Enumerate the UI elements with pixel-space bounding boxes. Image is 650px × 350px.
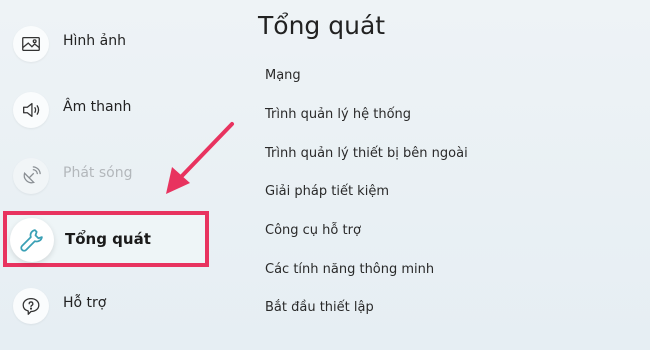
- sidebar-item-picture[interactable]: Hình ảnh: [0, 18, 230, 68]
- satellite-icon: [13, 158, 49, 194]
- option-system-manager[interactable]: Trình quản lý hệ thống: [265, 107, 411, 122]
- sidebar-item-label: Tổng quát: [65, 230, 151, 248]
- sidebar-item-label: Phát sóng: [63, 165, 133, 181]
- sidebar-item-support[interactable]: Hỗ trợ: [0, 280, 230, 330]
- option-smart-features[interactable]: Các tính năng thông minh: [265, 262, 434, 277]
- page-title: Tổng quát: [258, 11, 386, 40]
- settings-sidebar: Hình ảnh Âm thanh Phát sóng Tổng quát Hỗ…: [0, 0, 230, 350]
- picture-icon: [13, 26, 49, 62]
- option-start-setup[interactable]: Bắt đầu thiết lập: [265, 300, 374, 315]
- option-network[interactable]: Mạng: [265, 68, 301, 83]
- sidebar-item-general[interactable]: Tổng quát: [3, 211, 209, 267]
- option-external-device-manager[interactable]: Trình quản lý thiết bị bên ngoài: [265, 146, 468, 161]
- sidebar-item-label: Hình ảnh: [63, 33, 126, 49]
- option-eco-solution[interactable]: Giải pháp tiết kiệm: [265, 184, 389, 199]
- sidebar-item-label: Hỗ trợ: [63, 295, 107, 311]
- wrench-icon: [10, 218, 54, 262]
- sidebar-item-label: Âm thanh: [63, 99, 132, 115]
- sidebar-item-sound[interactable]: Âm thanh: [0, 84, 230, 134]
- speaker-icon: [13, 92, 49, 128]
- sidebar-item-broadcast[interactable]: Phát sóng: [0, 150, 230, 200]
- option-accessibility[interactable]: Công cụ hỗ trợ: [265, 223, 361, 238]
- help-chat-icon: [13, 288, 49, 324]
